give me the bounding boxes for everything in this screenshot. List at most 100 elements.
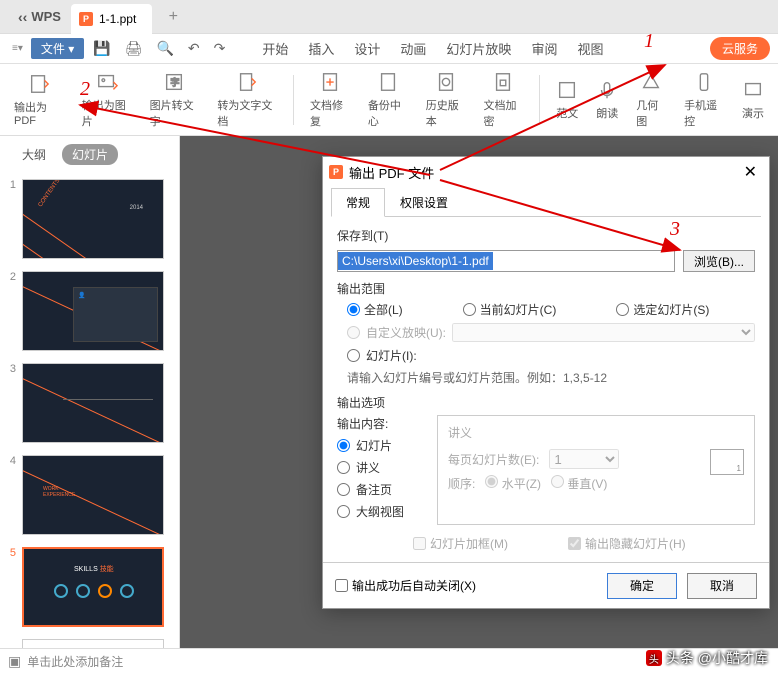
mic-icon	[596, 79, 618, 101]
tool-backup[interactable]: 备份中心	[362, 67, 414, 133]
tool-to-doc[interactable]: 转为文字文档	[211, 67, 283, 133]
document-tab[interactable]: P 1-1.ppt	[71, 4, 152, 34]
browse-button[interactable]: 浏览(B)...	[683, 250, 755, 272]
dialog-titlebar[interactable]: P 输出 PDF 文件 ✕	[323, 157, 769, 187]
repair-icon	[319, 71, 341, 93]
ppt-icon: P	[79, 12, 93, 26]
slide-thumb-4[interactable]: WORKEXPERIENCE	[22, 455, 164, 535]
toolbar: 输出为PDF 输出为图片 字图片转文字 转为文字文档 文档修复 备份中心 历史版…	[0, 64, 778, 136]
pdf-icon	[28, 73, 50, 95]
wps-logo[interactable]: ‹‹ WPS	[8, 9, 71, 25]
watermark: 头头条 @小酷才库	[646, 648, 768, 668]
redo-icon[interactable]: ↷	[209, 37, 231, 60]
history-icon	[435, 71, 457, 93]
frame-checkbox: 幻灯片加框(M)	[413, 535, 508, 552]
notes-placeholder: 单击此处添加备注	[27, 653, 123, 670]
svg-text:字: 字	[171, 76, 180, 87]
slide-thumb-5[interactable]: SKILLS 技能	[22, 547, 164, 627]
cloud-service-button[interactable]: 云服务	[710, 37, 770, 60]
auto-close-checkbox[interactable]: 输出成功后自动关闭(X)	[335, 577, 476, 594]
tool-present[interactable]: 演示	[736, 75, 770, 125]
toutiao-icon: 头	[646, 650, 662, 666]
undo-icon[interactable]: ↶	[183, 37, 205, 60]
range-current[interactable]: 当前幻灯片(C)	[463, 301, 557, 318]
phone-icon	[693, 71, 715, 93]
opt-notes[interactable]: 讲义	[337, 459, 417, 476]
tab-general[interactable]: 常规	[331, 188, 385, 217]
opt-comments[interactable]: 备注页	[337, 481, 417, 498]
print-icon[interactable]: 🖨	[120, 37, 148, 60]
template-icon	[556, 79, 578, 101]
handout-panel: 讲义 每页幻灯片数(E):1 顺序: 水平(Z) 垂直(V)	[437, 415, 755, 525]
opt-outline[interactable]: 大纲视图	[337, 503, 417, 520]
save-to-label: 保存到(T)	[337, 227, 755, 244]
ribbon-slideshow[interactable]: 幻灯片放映	[446, 39, 511, 58]
tool-history[interactable]: 历史版本	[420, 67, 472, 133]
path-input[interactable]: C:\Users\xi\Desktop\1-1.pdf	[337, 250, 675, 272]
ribbon-home[interactable]: 开始	[262, 39, 288, 58]
tool-ocr[interactable]: 字图片转文字	[144, 67, 206, 133]
play-icon	[742, 79, 764, 101]
notes-icon: ▣	[8, 653, 21, 670]
slide-thumb-3[interactable]	[22, 363, 164, 443]
annotation-3: 3	[670, 218, 680, 241]
separator	[293, 75, 294, 125]
slide-thumb-1[interactable]: CONTENTS2014	[22, 179, 164, 259]
annotation-2: 2	[80, 78, 90, 101]
tool-repair[interactable]: 文档修复	[304, 67, 356, 133]
handout-label: 讲义	[448, 424, 744, 441]
order-vert: 垂直(V)	[551, 475, 607, 492]
ribbon-view[interactable]: 视图	[577, 39, 603, 58]
tool-encrypt[interactable]: 文档加密	[478, 67, 530, 133]
tool-geometry[interactable]: 几何图	[630, 67, 672, 133]
slide-panel: 大纲 幻灯片 1CONTENTS2014 2👤 3 4WORKEXPERIENC…	[0, 136, 180, 648]
preview-icon	[710, 449, 744, 475]
range-group-label: 输出范围	[337, 280, 755, 297]
tool-remote[interactable]: 手机遥控	[678, 67, 730, 133]
menubar: ≡▾ 文件 ▾ 💾 🖨 🔍 ↶ ↷ 开始 插入 设计 动画 幻灯片放映 审阅 视…	[0, 34, 778, 64]
ok-button[interactable]: 确定	[607, 573, 677, 599]
apps-icon: ‹‹	[18, 9, 27, 25]
ribbon-review[interactable]: 审阅	[531, 39, 557, 58]
shapes-icon	[640, 71, 662, 93]
tab-permissions[interactable]: 权限设置	[385, 188, 463, 217]
ribbon-anim[interactable]: 动画	[400, 39, 426, 58]
add-slide-button[interactable]: +	[22, 639, 164, 648]
per-page-label: 每页幻灯片数(E):	[448, 451, 539, 468]
range-all[interactable]: 全部(L)	[347, 301, 403, 318]
doc-icon	[236, 71, 258, 93]
outline-tab[interactable]: 大纲	[12, 144, 56, 165]
hidden-checkbox: 输出隐藏幻灯片(H)	[568, 535, 686, 552]
opt-slides[interactable]: 幻灯片	[337, 437, 417, 454]
ocr-icon: 字	[163, 71, 185, 93]
tool-read[interactable]: 朗读	[590, 75, 624, 125]
file-menu[interactable]: 文件 ▾	[31, 38, 84, 59]
slides-tab[interactable]: 幻灯片	[62, 144, 118, 165]
lock-icon	[492, 71, 514, 93]
menu-dropdown-icon[interactable]: ≡▾	[8, 43, 27, 54]
new-tab-button[interactable]: +	[158, 0, 188, 34]
content-label: 输出内容:	[337, 415, 417, 432]
annotation-1: 1	[644, 30, 654, 53]
export-pdf-dialog: P 输出 PDF 文件 ✕ 常规 权限设置 保存到(T) C:\Users\xi…	[322, 156, 770, 609]
preview-icon[interactable]: 🔍	[151, 37, 178, 60]
image-icon	[96, 71, 118, 93]
slide-thumb-2[interactable]: 👤	[22, 271, 164, 351]
tool-template[interactable]: 范文	[550, 75, 584, 125]
order-label: 顺序:	[448, 475, 475, 492]
per-page-select: 1	[549, 449, 619, 469]
cancel-button[interactable]: 取消	[687, 573, 757, 599]
options-group-label: 输出选项	[337, 394, 755, 411]
save-icon[interactable]: 💾	[88, 37, 115, 60]
wps-label: WPS	[31, 9, 61, 24]
ribbon-design[interactable]: 设计	[354, 39, 380, 58]
range-custom: 自定义放映(U):	[347, 323, 755, 342]
ribbon-tabs: 开始 插入 设计 动画 幻灯片放映 审阅 视图	[262, 39, 603, 58]
separator	[539, 75, 540, 125]
ribbon-insert[interactable]: 插入	[308, 39, 334, 58]
close-button[interactable]: ✕	[738, 162, 763, 182]
titlebar: ‹‹ WPS P 1-1.ppt +	[0, 0, 778, 34]
tool-export-pdf[interactable]: 输出为PDF	[8, 69, 70, 131]
range-selected[interactable]: 选定幻灯片(S)	[616, 301, 709, 318]
range-slides[interactable]: 幻灯片(I):	[347, 347, 755, 364]
